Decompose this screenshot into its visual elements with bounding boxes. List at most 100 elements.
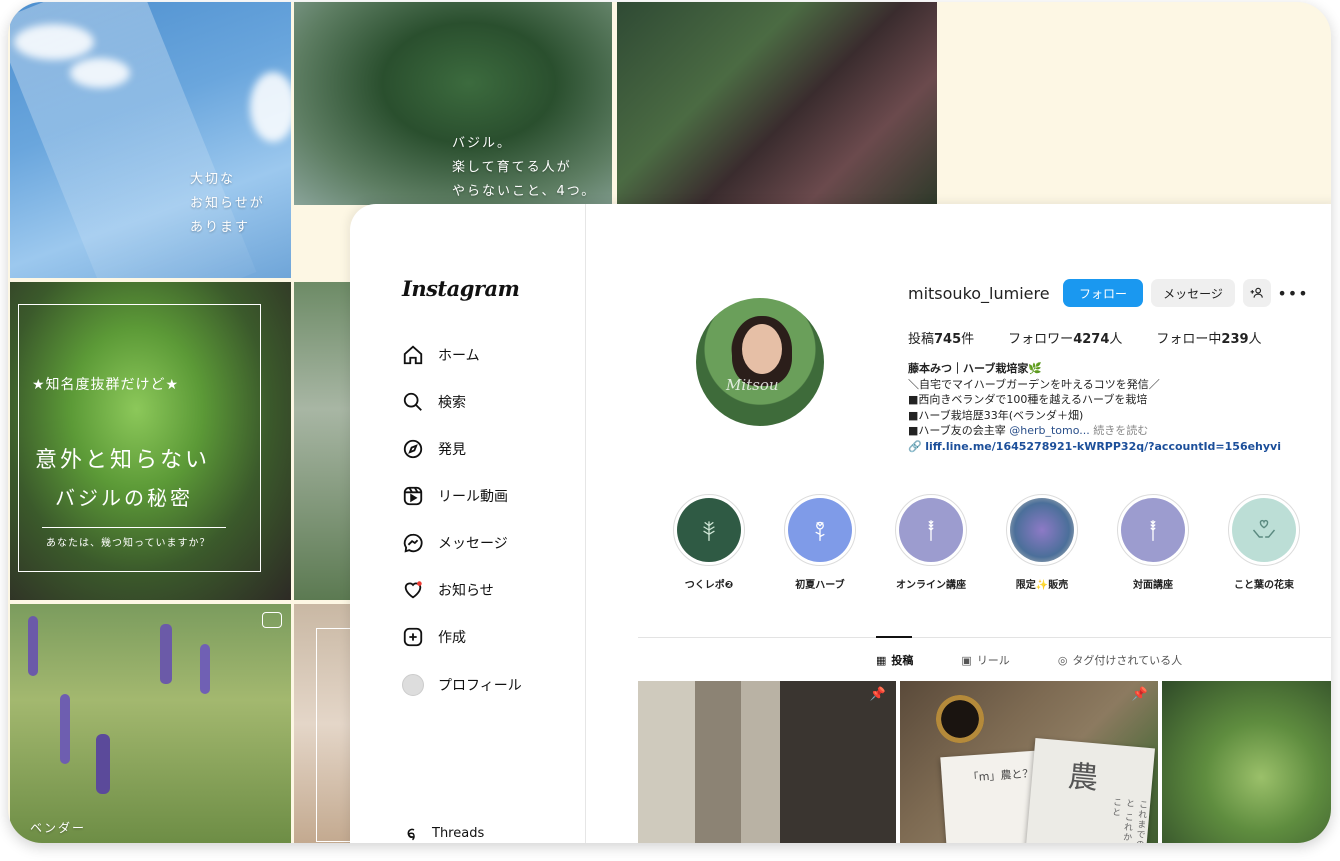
tile-basil-tips[interactable]: バジル。 楽して育てる人が やらないこと、4つ。 <box>294 2 612 205</box>
lavender-spike <box>96 734 110 794</box>
lavender-spike <box>28 616 38 676</box>
divider <box>42 527 226 528</box>
profile-bio: 藤本みつ｜ハーブ栽培家🌿 ＼自宅でマイハーブガーデンを叶えるコツを発信／ ■西向… <box>908 361 1308 454</box>
product-photo-icon <box>1010 498 1074 562</box>
bio-line: ＼自宅でマイハーブガーデンを叶えるコツを発信／ <box>908 377 1160 391</box>
lavender-spike <box>60 694 70 764</box>
stat-followers[interactable]: フォロワー4274人 <box>1008 328 1122 347</box>
bio-line: ■ハーブ栽培歴33年(ベランダ＋畑) <box>908 408 1084 422</box>
watering-can <box>936 695 984 743</box>
add-user-icon <box>1250 287 1263 298</box>
sidebar-item-label: 検索 <box>438 395 466 411</box>
tile-lavender-text: ベンダー <box>30 821 87 835</box>
post-thumbnail[interactable]: 「m」農と？ 農 これまでのこと これからのこと 📌 <box>900 681 1158 843</box>
highlight-4[interactable]: 限定✨販売 <box>997 494 1087 591</box>
highlight-3[interactable]: オンライン講座 <box>886 494 976 591</box>
heart-icon <box>404 581 422 599</box>
profile-avatar[interactable]: Mitsou <box>696 298 824 426</box>
messenger-icon <box>403 533 423 553</box>
tile-mint-subtitle: あなたは、幾つ知っていますか？ <box>46 538 211 549</box>
sidebar-item-search[interactable]: 検索 <box>402 391 466 413</box>
sidebar-item-create[interactable]: 作成 <box>402 626 466 648</box>
more-options-button[interactable]: ••• <box>1277 279 1307 307</box>
threads-icon <box>407 828 415 841</box>
search-icon <box>403 392 422 411</box>
instagram-window: Instagram ホーム 検索 発見 リール動画 メッセージ お知らせ 作成 … <box>350 204 1331 843</box>
profile-username: mitsouko_lumiere <box>908 284 1050 303</box>
profile-tabs: ▦ 投稿 ▣ リール ◎ タグ付けされている人 <box>876 652 1182 668</box>
instagram-logo[interactable]: Instagram <box>402 276 520 301</box>
sidebar-item-label: 作成 <box>438 630 466 646</box>
tile-red-basil[interactable] <box>617 2 937 205</box>
cloud <box>250 72 291 142</box>
pin-icon: 📌 <box>869 687 886 702</box>
sidebar-item-threads[interactable]: Threads <box>402 824 484 842</box>
tile-basil-secret[interactable]: ★知名度抜群だけど★ 意外と知らない バジルの秘密 あなたは、幾つ知っていますか… <box>10 282 291 600</box>
follow-button[interactable]: フォロー <box>1063 279 1143 307</box>
tile-border <box>316 628 354 842</box>
tile-mint-title2: バジルの秘密 <box>55 486 193 510</box>
message-button[interactable]: メッセージ <box>1151 279 1235 307</box>
sidebar-item-label: ホーム <box>438 348 480 364</box>
grid-icon: ▦ <box>876 653 887 667</box>
flower-icon <box>788 498 852 562</box>
add-user-button[interactable] <box>1243 279 1271 307</box>
cloud <box>14 24 94 60</box>
compass-icon <box>403 439 423 459</box>
tile-rosemary[interactable] <box>294 282 354 600</box>
active-tab-indicator <box>876 636 912 638</box>
tab-tagged[interactable]: ◎ タグ付けされている人 <box>1058 652 1182 668</box>
cloud <box>70 58 130 88</box>
stat-posts[interactable]: 投稿745件 <box>908 328 974 347</box>
tile-lavender[interactable]: ベンダー <box>10 604 291 843</box>
tab-posts[interactable]: ▦ 投稿 <box>876 652 913 668</box>
lavender-spike <box>200 644 210 694</box>
highlight-1[interactable]: つくレポ❷ <box>664 494 754 591</box>
sidebar-item-label: リール動画 <box>438 489 508 505</box>
highlight-2[interactable]: 初夏ハーブ <box>775 494 865 591</box>
tag-icon: ◎ <box>1057 653 1068 667</box>
lavender-icon <box>899 498 963 562</box>
threads-label: Threads <box>432 825 485 841</box>
post-thumbnail[interactable] <box>1162 681 1331 843</box>
stat-following[interactable]: フォロー中239人 <box>1156 328 1261 347</box>
sidebar-item-home[interactable]: ホーム <box>402 344 480 366</box>
sidebar-item-label: 発見 <box>438 442 466 458</box>
sidebar-item-explore[interactable]: 発見 <box>402 438 466 460</box>
bio-url-row: 🔗 liff.line.me/1645278921-kWRPP32q/?acco… <box>908 439 1308 455</box>
bio-url-link[interactable]: liff.line.me/1645278921-kWRPP32q/?accoun… <box>925 440 1281 453</box>
plus-square-icon <box>403 627 423 647</box>
profile-stats: 投稿745件 フォロワー4274人 フォロー中239人 <box>908 328 1262 347</box>
avatar-face <box>742 324 782 374</box>
collage-frame: 大切な お知らせが あります バジル。 楽して育てる人が やらないこと、4つ。 … <box>8 2 1331 843</box>
book: 農 これまでのこと これからのこと <box>1024 737 1156 843</box>
pin-icon: 📌 <box>1131 687 1148 702</box>
bio-line: ■ハーブ友の会主宰 @herb_tomo... 続きを読む <box>908 424 1149 437</box>
sidebar-item-label: メッセージ <box>438 536 508 552</box>
sidebar-item-reels[interactable]: リール動画 <box>402 485 508 507</box>
tile-basil-text: バジル。 楽して育てる人が やらないこと、4つ。 <box>452 136 597 199</box>
profile-avatar-icon <box>402 674 424 696</box>
reels-icon: ▣ <box>961 653 972 667</box>
tile-border <box>18 304 261 572</box>
bio-mention-link[interactable]: @herb_tomo... <box>1009 424 1090 437</box>
bio-name: 藤本みつ｜ハーブ栽培家🌿 <box>908 362 1043 375</box>
tile-mint-banner: ★知名度抜群だけど★ <box>32 377 180 393</box>
highlight-6[interactable]: こと葉の花束 <box>1219 494 1309 591</box>
post-thumbnail[interactable]: 📌 <box>638 681 896 843</box>
sidebar-item-profile[interactable]: プロフィール <box>402 674 522 696</box>
tab-reels[interactable]: ▣ リール <box>961 652 1009 668</box>
lavender-icon <box>1121 498 1185 562</box>
sidebar-item-notifications[interactable]: お知らせ <box>402 579 494 601</box>
tile-sky-announcement[interactable]: 大切な お知らせが あります <box>10 2 291 278</box>
reels-icon <box>262 612 282 628</box>
bio-line: ■西向きベランダで100種を越えるハーブを栽培 <box>908 393 1148 406</box>
lavender-spike <box>160 624 172 684</box>
tile-partial[interactable] <box>294 604 354 843</box>
profile-main: Mitsou mitsouko_lumiere フォロー メッセージ ••• 投… <box>586 204 1331 843</box>
read-more-link[interactable]: 続きを読む <box>1090 424 1148 437</box>
sidebar-item-messages[interactable]: メッセージ <box>402 532 508 554</box>
highlight-5[interactable]: 対面講座 <box>1108 494 1198 591</box>
link-icon: 🔗 <box>908 439 922 453</box>
avatar-signature: Mitsou <box>726 376 779 394</box>
